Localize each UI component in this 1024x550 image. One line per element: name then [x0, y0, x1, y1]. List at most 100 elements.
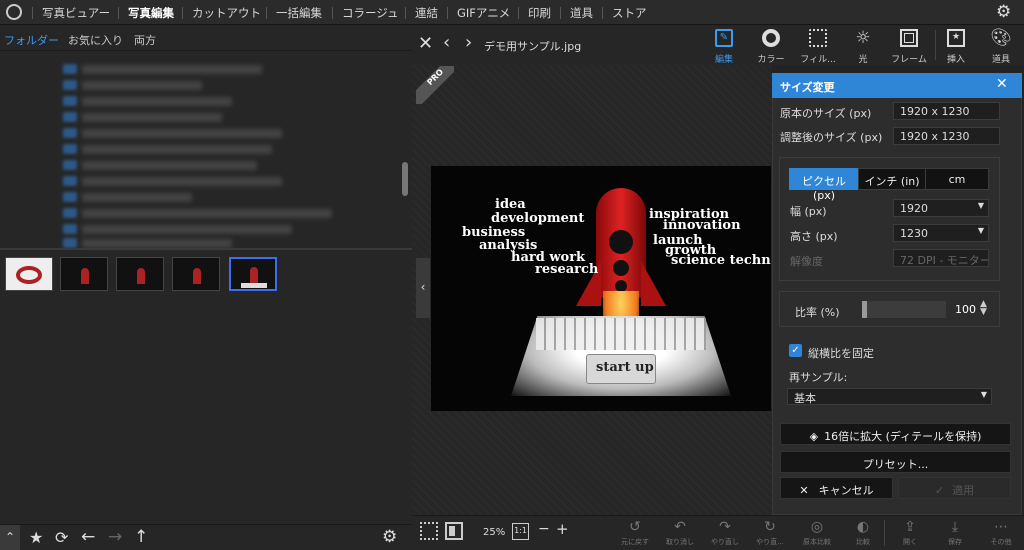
zoom-level[interactable]: 25%: [483, 527, 505, 538]
insert-star-icon: ★: [947, 29, 965, 47]
thumbnail[interactable]: [5, 257, 53, 291]
star-icon[interactable]: ★: [29, 528, 43, 547]
keep-aspect-checkbox[interactable]: ✓: [789, 344, 802, 357]
zoom-in-icon[interactable]: +: [556, 520, 569, 538]
zoom-out-icon[interactable]: −: [538, 521, 550, 537]
upload-icon: ⇪: [904, 519, 916, 535]
top-menu-bar: 写真ビュアー 写真編集 カットアウト 一括編集 コラージュ 連結 GIFアニメ …: [0, 0, 1024, 25]
redo-icon: ↷: [719, 519, 731, 535]
selection-icon[interactable]: [420, 522, 438, 540]
undo-button[interactable]: ↶ 取り消し: [665, 519, 695, 547]
undo-all-icon: ↺: [629, 519, 641, 535]
menu-batch-edit[interactable]: 一括編集: [276, 5, 322, 21]
tool-edit[interactable]: ✎ 編集: [701, 28, 747, 65]
arrow-left-icon[interactable]: ←: [81, 527, 95, 547]
adjusted-size-value: 1920 x 1230: [893, 127, 1000, 145]
unit-cm-button[interactable]: cm: [925, 168, 989, 190]
download-icon: ⤓: [951, 519, 959, 535]
save-button[interactable]: ⤓ 保存: [940, 519, 970, 547]
photo-text: innovation: [663, 218, 741, 233]
chevron-right-icon[interactable]: ›: [465, 32, 472, 53]
tool-insert[interactable]: ★ 挿入: [933, 28, 979, 65]
menu-store[interactable]: ストア: [612, 5, 647, 21]
resample-select[interactable]: 基本 ▼: [787, 388, 992, 405]
original-size-label: 原本のサイズ (px): [780, 107, 872, 120]
thumbnail-selected[interactable]: [229, 257, 277, 291]
gear-icon[interactable]: ⚙: [996, 2, 1011, 22]
menu-tools[interactable]: 道具: [570, 5, 593, 21]
menu-gif-anime[interactable]: GIFアニメ: [457, 5, 510, 21]
tab-both[interactable]: 両方: [134, 32, 156, 48]
compare-original-button[interactable]: ◎ 原本比較: [802, 519, 832, 547]
ratio-slider[interactable]: [862, 301, 946, 318]
check-icon: ✓: [934, 484, 945, 497]
cancel-button[interactable]: ✕ キャンセル: [780, 477, 893, 499]
thumbnail[interactable]: [116, 257, 164, 291]
sun-icon: ☼: [855, 28, 871, 48]
refresh-icon[interactable]: ⟳: [55, 528, 68, 547]
menu-collage[interactable]: コラージュ: [342, 5, 398, 21]
tool-filter[interactable]: フィル...: [795, 28, 841, 65]
photo-text: science technol: [671, 253, 771, 268]
menu-cutout[interactable]: カットアウト: [192, 5, 261, 21]
target-icon: ◎: [810, 519, 824, 535]
laptop-keyboard: [536, 318, 706, 350]
pencil-icon: ✎: [715, 29, 733, 47]
redo-all-icon: ↻: [764, 519, 776, 535]
height-select[interactable]: 1230 ▼: [893, 224, 989, 242]
tool-light[interactable]: ☼ 光: [840, 28, 886, 65]
close-icon[interactable]: ✕: [418, 33, 433, 54]
upscale-icon: ◈: [809, 430, 819, 443]
pro-badge-label: PRO: [416, 66, 454, 104]
width-select[interactable]: 1920 ▼: [893, 199, 989, 217]
adjusted-size-label: 調整後のサイズ (px): [780, 131, 883, 144]
thumbnail[interactable]: [172, 257, 220, 291]
chevron-left-icon[interactable]: ‹: [443, 32, 450, 53]
tool-color[interactable]: カラー: [748, 28, 794, 65]
frame-icon: [900, 29, 918, 47]
arrow-up-icon[interactable]: ↑: [134, 527, 148, 547]
browser-tabs: フォルダー お気に入り 両方: [0, 25, 412, 51]
app-logo-icon[interactable]: [6, 4, 22, 20]
original-size-value: 1920 x 1230: [893, 102, 1000, 120]
pro-badge: PRO: [416, 66, 454, 104]
color-ring-icon: [762, 29, 780, 47]
open-button[interactable]: ⇪ 開く: [895, 519, 925, 547]
fit-view-icon[interactable]: [445, 522, 463, 540]
tool-frame[interactable]: フレーム: [886, 28, 932, 65]
ratio-value[interactable]: 100: [955, 303, 976, 316]
undo-all-button[interactable]: ↺ 元に戻す: [620, 519, 650, 547]
unit-pixels-button[interactable]: ピクセル (px): [789, 168, 859, 202]
upscale-button[interactable]: ◈ 16倍に拡大 (ディテールを保持): [780, 423, 1011, 445]
unit-inches-button[interactable]: インチ (in): [858, 168, 926, 190]
preset-button[interactable]: プリセット...: [780, 451, 1011, 473]
settings-gear-icon[interactable]: ⚙: [382, 527, 397, 547]
more-button[interactable]: ⋯ その他: [986, 519, 1016, 547]
tool-tools[interactable]: 🎨︎ 道具: [978, 28, 1024, 65]
tree-scrollbar[interactable]: [402, 162, 408, 196]
photo-preview: start up idea development business analy…: [431, 166, 771, 411]
menu-photo-edit[interactable]: 写真編集: [128, 5, 174, 21]
zoom-1to1-button[interactable]: 1:1: [512, 523, 529, 540]
redo-button[interactable]: ↷ やり直し: [710, 519, 740, 547]
rocket-fin-right: [641, 261, 666, 306]
menu-combine[interactable]: 連結: [415, 5, 438, 21]
thumbnail[interactable]: [60, 257, 108, 291]
file-name: デモ用サンプル.jpg: [484, 40, 582, 53]
collapse-panel-handle[interactable]: ‹: [416, 258, 430, 318]
filter-icon: [809, 29, 827, 47]
resolution-select[interactable]: 72 DPI - モニター: [893, 249, 989, 267]
ratio-slider-handle[interactable]: [862, 301, 867, 318]
menu-print[interactable]: 印刷: [528, 5, 551, 21]
close-icon[interactable]: ✕: [996, 76, 1008, 92]
tab-folder[interactable]: フォルダー: [4, 32, 59, 48]
tab-favorites[interactable]: お気に入り: [68, 32, 123, 48]
redo-all-button[interactable]: ↻ やり直...: [755, 519, 785, 547]
panel-divider[interactable]: [0, 248, 412, 250]
chevron-up-icon[interactable]: ⌃: [0, 525, 20, 550]
arrow-right-icon[interactable]: →: [108, 527, 122, 547]
apply-button[interactable]: ✓ 適用: [898, 477, 1011, 499]
menu-photo-viewer[interactable]: 写真ビュアー: [42, 5, 110, 21]
ratio-stepper-icon[interactable]: ▲ ▼: [980, 300, 987, 317]
compare-button[interactable]: ◐ 比較: [848, 519, 878, 547]
